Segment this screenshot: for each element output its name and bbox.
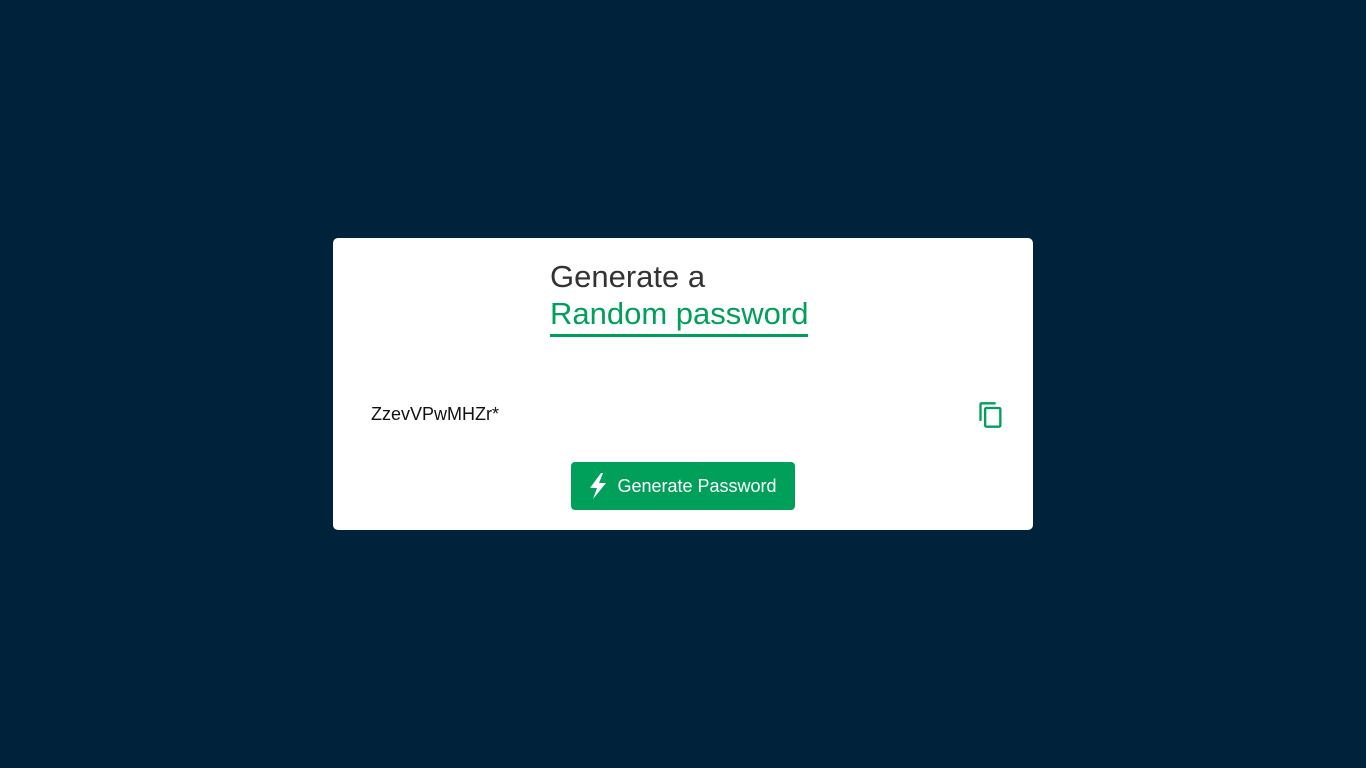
title-line-1: Generate a [550,259,706,294]
generated-password-text[interactable]: ZzevVPwMHZr* [371,403,499,425]
copy-icon [977,401,1005,429]
bolt-icon [589,473,607,499]
generate-password-button[interactable]: Generate Password [571,462,795,510]
title-line-2: Random password [550,295,809,337]
page-title: Generate a Random password [550,258,809,337]
password-generator-card: Generate a Random password ZzevVPwMHZr* … [333,238,1033,530]
copy-button[interactable] [977,401,1005,429]
generate-password-label: Generate Password [617,475,777,496]
